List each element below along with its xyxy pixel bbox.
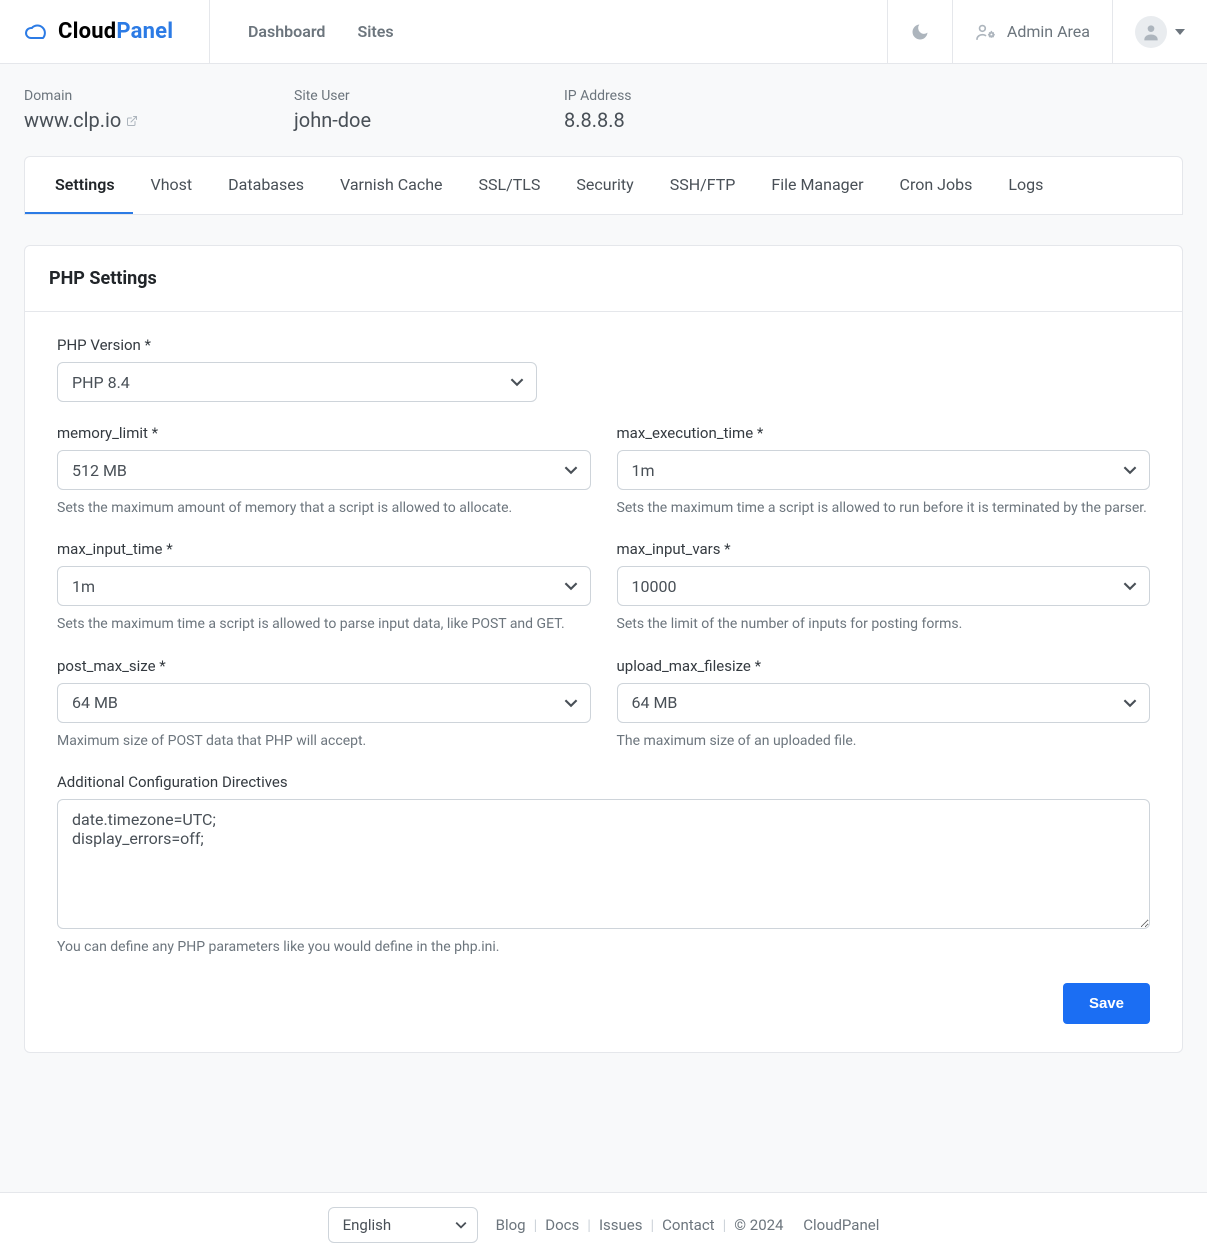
info-user: Site User john-doe bbox=[294, 88, 474, 132]
info-domain: Domain www.clp.io bbox=[24, 88, 204, 132]
footer-link-issues[interactable]: Issues bbox=[599, 1216, 643, 1234]
post-max-size-select[interactable]: 64 MB bbox=[57, 683, 591, 723]
post-max-size-help: Maximum size of POST data that PHP will … bbox=[57, 731, 591, 751]
chevron-down-icon bbox=[455, 1219, 467, 1231]
admin-area-link[interactable]: Admin Area bbox=[952, 0, 1112, 63]
form-actions: Save bbox=[57, 983, 1150, 1024]
tab-ssh[interactable]: SSH/FTP bbox=[652, 157, 754, 214]
card-title: PHP Settings bbox=[49, 268, 1158, 289]
footer-link-blog[interactable]: Blog bbox=[496, 1216, 526, 1234]
save-button[interactable]: Save bbox=[1063, 983, 1150, 1024]
upload-max-filesize-help: The maximum size of an uploaded file. bbox=[617, 731, 1151, 751]
tab-varnish[interactable]: Varnish Cache bbox=[322, 157, 461, 214]
chevron-down-icon bbox=[1175, 27, 1185, 37]
separator: | bbox=[650, 1216, 654, 1234]
php-settings-card: PHP Settings PHP Version * PHP 8.4 memor… bbox=[24, 245, 1183, 1053]
max-execution-time-label: max_execution_time * bbox=[617, 424, 1151, 442]
additional-directives-textarea[interactable] bbox=[57, 799, 1150, 929]
external-link-icon bbox=[126, 116, 138, 130]
card-body: PHP Version * PHP 8.4 memory_limit * 512… bbox=[25, 312, 1182, 1052]
memory-limit-help: Sets the maximum amount of memory that a… bbox=[57, 498, 591, 518]
tab-file-manager[interactable]: File Manager bbox=[753, 157, 881, 214]
additional-directives-help: You can define any PHP parameters like y… bbox=[57, 937, 1150, 957]
tab-vhost[interactable]: Vhost bbox=[133, 157, 211, 214]
max-input-vars-help: Sets the limit of the number of inputs f… bbox=[617, 614, 1151, 634]
separator: | bbox=[723, 1216, 727, 1234]
users-gear-icon bbox=[975, 23, 997, 41]
max-input-time-label: max_input_time * bbox=[57, 540, 591, 558]
tab-settings[interactable]: Settings bbox=[25, 157, 133, 214]
logo[interactable]: CloudPanel bbox=[0, 0, 210, 63]
nav-sites[interactable]: Sites bbox=[347, 14, 403, 49]
tabs: Settings Vhost Databases Varnish Cache S… bbox=[25, 157, 1182, 214]
max-execution-time-value: 1m bbox=[632, 461, 655, 480]
chevron-down-icon bbox=[1123, 696, 1137, 710]
max-input-vars-select[interactable]: 10000 bbox=[617, 566, 1151, 606]
page: Domain www.clp.io Site User john-doe IP … bbox=[0, 64, 1207, 1192]
max-input-vars-value: 10000 bbox=[632, 577, 677, 596]
upload-max-filesize-value: 64 MB bbox=[632, 693, 678, 712]
chevron-down-icon bbox=[1123, 579, 1137, 593]
logo-text-1: Cloud bbox=[58, 19, 116, 44]
upload-max-filesize-select[interactable]: 64 MB bbox=[617, 683, 1151, 723]
nav-dashboard[interactable]: Dashboard bbox=[238, 14, 335, 49]
php-version-select[interactable]: PHP 8.4 bbox=[57, 362, 537, 402]
chevron-down-icon bbox=[564, 463, 578, 477]
chevron-down-icon bbox=[510, 375, 524, 389]
tab-cron[interactable]: Cron Jobs bbox=[882, 157, 991, 214]
footer-brand-link[interactable]: CloudPanel bbox=[803, 1216, 879, 1234]
language-select[interactable]: English bbox=[328, 1207, 478, 1243]
separator: | bbox=[587, 1216, 591, 1234]
tab-databases[interactable]: Databases bbox=[210, 157, 322, 214]
footer: English Blog | Docs | Issues | Contact |… bbox=[0, 1192, 1207, 1257]
domain-link[interactable]: www.clp.io bbox=[24, 108, 138, 132]
memory-limit-value: 512 MB bbox=[72, 461, 127, 480]
avatar bbox=[1135, 16, 1167, 48]
info-user-value: john-doe bbox=[294, 108, 474, 132]
info-ip-value: 8.8.8.8 bbox=[564, 108, 744, 132]
info-ip-label: IP Address bbox=[564, 88, 744, 104]
info-ip: IP Address 8.8.8.8 bbox=[564, 88, 744, 132]
moon-icon bbox=[910, 22, 930, 42]
card-header: PHP Settings bbox=[25, 246, 1182, 312]
chevron-down-icon bbox=[1123, 463, 1137, 477]
upload-max-filesize-label: upload_max_filesize * bbox=[617, 657, 1151, 675]
tab-logs[interactable]: Logs bbox=[990, 157, 1061, 214]
info-domain-label: Domain bbox=[24, 88, 204, 104]
additional-directives-label: Additional Configuration Directives bbox=[57, 773, 1150, 791]
site-info: Domain www.clp.io Site User john-doe IP … bbox=[0, 64, 1207, 156]
separator: | bbox=[534, 1216, 538, 1234]
max-input-time-help: Sets the maximum time a script is allowe… bbox=[57, 614, 591, 634]
footer-link-contact[interactable]: Contact bbox=[662, 1216, 714, 1234]
max-execution-time-select[interactable]: 1m bbox=[617, 450, 1151, 490]
topbar: CloudPanel Dashboard Sites Admin Area bbox=[0, 0, 1207, 64]
post-max-size-label: post_max_size * bbox=[57, 657, 591, 675]
chevron-down-icon bbox=[564, 696, 578, 710]
info-user-label: Site User bbox=[294, 88, 474, 104]
admin-area-label: Admin Area bbox=[1007, 22, 1090, 41]
php-version-value: PHP 8.4 bbox=[72, 373, 130, 392]
footer-links: Blog | Docs | Issues | Contact | © 2024 … bbox=[496, 1216, 880, 1234]
footer-copyright: © 2024 bbox=[734, 1216, 783, 1234]
memory-limit-select[interactable]: 512 MB bbox=[57, 450, 591, 490]
php-version-label: PHP Version * bbox=[57, 336, 537, 354]
memory-limit-label: memory_limit * bbox=[57, 424, 591, 442]
tab-ssl[interactable]: SSL/TLS bbox=[461, 157, 559, 214]
max-input-time-select[interactable]: 1m bbox=[57, 566, 591, 606]
topbar-right: Admin Area bbox=[887, 0, 1207, 63]
chevron-down-icon bbox=[564, 579, 578, 593]
primary-nav: Dashboard Sites bbox=[210, 0, 887, 63]
max-input-time-value: 1m bbox=[72, 577, 95, 596]
theme-toggle[interactable] bbox=[887, 0, 952, 63]
footer-link-docs[interactable]: Docs bbox=[545, 1216, 579, 1234]
logo-text-2: Panel bbox=[116, 19, 173, 44]
post-max-size-value: 64 MB bbox=[72, 693, 118, 712]
max-input-vars-label: max_input_vars * bbox=[617, 540, 1151, 558]
user-menu[interactable] bbox=[1112, 0, 1207, 63]
cloud-icon bbox=[24, 21, 50, 43]
tab-security[interactable]: Security bbox=[558, 157, 651, 214]
language-value: English bbox=[343, 1216, 392, 1234]
tabs-card: Settings Vhost Databases Varnish Cache S… bbox=[24, 156, 1183, 215]
max-execution-time-help: Sets the maximum time a script is allowe… bbox=[617, 498, 1151, 518]
